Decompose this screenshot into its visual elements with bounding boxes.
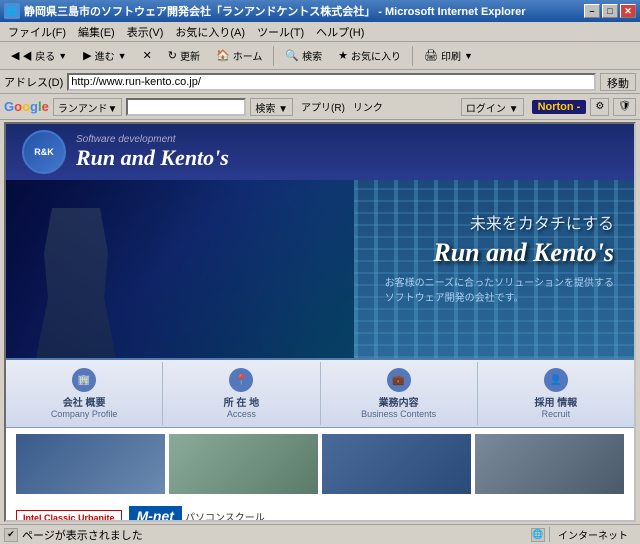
google-logo: Google xyxy=(4,99,49,114)
site-logo: R&K xyxy=(22,130,66,174)
forward-button[interactable]: ▶ 進む ▼ xyxy=(76,45,133,67)
status-zone: インターネット xyxy=(549,527,636,542)
nav-company-jp: 会社 概要 xyxy=(10,394,158,409)
separator2 xyxy=(412,46,413,66)
separator xyxy=(273,46,274,66)
nav-recruit-en: Recruit xyxy=(482,409,630,419)
go-button[interactable]: 移動 xyxy=(600,73,636,91)
print-button[interactable]: 🖨 印刷 ▼ xyxy=(417,45,480,67)
norton-security[interactable]: 🛡 xyxy=(613,98,636,116)
google-search-input[interactable] xyxy=(126,98,246,116)
stop-icon: ✕ xyxy=(143,49,152,62)
recruit-icon: 👤 xyxy=(544,368,568,392)
back-icon: ◀ xyxy=(11,49,19,62)
thumb-recruit[interactable] xyxy=(475,434,624,494)
address-bar: アドレス(D) 移動 xyxy=(0,70,640,94)
norton-settings[interactable]: ⚙ xyxy=(590,98,609,116)
window-title: 静岡県三島市のソフトウェア開発会社「ランアンドケントス株式会社」 - Micro… xyxy=(24,3,584,19)
print-icon: 🖨 xyxy=(424,49,438,62)
company-icon: 🏢 xyxy=(72,368,96,392)
thumb-business[interactable] xyxy=(322,434,471,494)
hero-text: 未来をカタチにする Run and Kento's お客様のニーズに合ったソリュ… xyxy=(385,210,614,306)
thumbnail-section xyxy=(6,428,634,500)
address-label: アドレス(D) xyxy=(4,74,63,90)
browser-content: R&K Software development Run and Kento's… xyxy=(4,122,636,522)
site-subtitle: Software development xyxy=(76,134,229,145)
status-icon: ✔ xyxy=(4,528,18,542)
hero-desc: お客様のニーズに合ったソリューションを提供する ソフトウェア開発の会社です。 xyxy=(385,276,614,306)
google-toolbar: Google ランアンド▼ 検索 ▼ アプリ(R) リンク ログイン ▼ Nor… xyxy=(0,94,640,120)
site-title-area: Software development Run and Kento's xyxy=(76,134,229,171)
security-icon: 🌐 xyxy=(531,528,545,542)
site-title-main: Run and Kento's xyxy=(76,145,229,171)
home-button[interactable]: 🏠 ホーム xyxy=(209,45,269,67)
apps-label: アプリ(R) xyxy=(301,99,345,114)
title-bar: 🌐 静岡県三島市のソフトウェア開発会社「ランアンドケントス株式会社」 - Mic… xyxy=(0,0,640,22)
nav-business[interactable]: 💼 業務内容 Business Contents xyxy=(321,362,478,425)
nav-recruit-jp: 採用 情報 xyxy=(482,394,630,409)
nav-business-en: Business Contents xyxy=(325,409,473,419)
menu-file[interactable]: ファイル(F) xyxy=(2,22,72,42)
hero-title: Run and Kento's xyxy=(385,238,614,268)
website: R&K Software development Run and Kento's… xyxy=(6,124,634,520)
link-label: リンク xyxy=(353,99,383,114)
nav-access-en: Access xyxy=(167,409,315,419)
partner-logo: M-net xyxy=(129,506,182,520)
nav-company[interactable]: 🏢 会社 概要 Company Profile xyxy=(6,362,163,425)
menu-help[interactable]: ヘルプ(H) xyxy=(310,22,370,42)
access-icon: 📍 xyxy=(229,368,253,392)
toolbar-right: ログイン ▼ Norton - ⚙ 🛡 xyxy=(461,98,636,116)
partner-badge: Intel Classic Urbanite xyxy=(16,510,122,520)
favorites-button[interactable]: ★ お気に入り xyxy=(331,45,408,67)
nav-business-jp: 業務内容 xyxy=(325,394,473,409)
site-header: R&K Software development Run and Kento's xyxy=(6,124,634,180)
login-button[interactable]: ログイン ▼ xyxy=(461,98,524,116)
google-dropdown[interactable]: ランアンド▼ xyxy=(53,98,123,116)
nav-recruit[interactable]: 👤 採用 情報 Recruit xyxy=(478,362,634,425)
menu-favorites[interactable]: お気に入り(A) xyxy=(169,22,251,42)
google-search-button[interactable]: 検索 ▼ xyxy=(250,98,293,116)
search-icon: 🔍 xyxy=(285,49,299,62)
hero-jp-text: 未来をカタチにする xyxy=(385,210,614,234)
partner-sub: パソコンスクール xyxy=(185,513,265,520)
menu-edit[interactable]: 編集(E) xyxy=(72,22,121,42)
norton-label: Norton - xyxy=(532,100,587,114)
search-button[interactable]: 🔍 検索 xyxy=(278,45,329,67)
minimize-button[interactable]: – xyxy=(584,4,600,18)
thumb-access[interactable] xyxy=(169,434,318,494)
home-icon: 🏠 xyxy=(216,49,230,62)
nav-section: 🏢 会社 概要 Company Profile 📍 所 在 地 Access 💼… xyxy=(6,358,634,428)
refresh-icon: ↻ xyxy=(168,49,177,62)
menu-bar: ファイル(F) 編集(E) 表示(V) お気に入り(A) ツール(T) ヘルプ(… xyxy=(0,22,640,42)
back-button[interactable]: ◀ ◀ 戻る ▼ xyxy=(4,45,74,67)
address-input[interactable] xyxy=(67,73,596,91)
status-message: ページが表示されました xyxy=(22,527,143,543)
thumb-company[interactable] xyxy=(16,434,165,494)
nav-access-jp: 所 在 地 xyxy=(167,394,315,409)
status-bar: ✔ ページが表示されました 🌐 インターネット xyxy=(0,524,640,544)
menu-tools[interactable]: ツール(T) xyxy=(251,22,310,42)
nav-company-en: Company Profile xyxy=(10,409,158,419)
hero-section: 未来をカタチにする Run and Kento's お客様のニーズに合ったソリュ… xyxy=(6,180,634,358)
stop-button[interactable]: ✕ xyxy=(136,45,159,67)
star-icon: ★ xyxy=(338,49,348,62)
status-right: 🌐 インターネット xyxy=(531,527,636,542)
ie-icon: 🌐 xyxy=(4,3,20,19)
toolbar: ◀ ◀ 戻る ▼ ▶ 進む ▼ ✕ ↻ 更新 🏠 ホーム 🔍 検索 ★ お気に入… xyxy=(0,42,640,70)
nav-access[interactable]: 📍 所 在 地 Access xyxy=(163,362,320,425)
business-icon: 💼 xyxy=(387,368,411,392)
forward-icon: ▶ xyxy=(83,49,91,62)
partner-section: Intel Classic Urbanite M-net パソコンスクール xyxy=(6,500,634,520)
maximize-button[interactable]: □ xyxy=(602,4,618,18)
window-controls: – □ ✕ xyxy=(584,4,636,18)
close-button[interactable]: ✕ xyxy=(620,4,636,18)
menu-view[interactable]: 表示(V) xyxy=(121,22,170,42)
refresh-button[interactable]: ↻ 更新 xyxy=(161,45,207,67)
hero-person xyxy=(36,208,116,358)
